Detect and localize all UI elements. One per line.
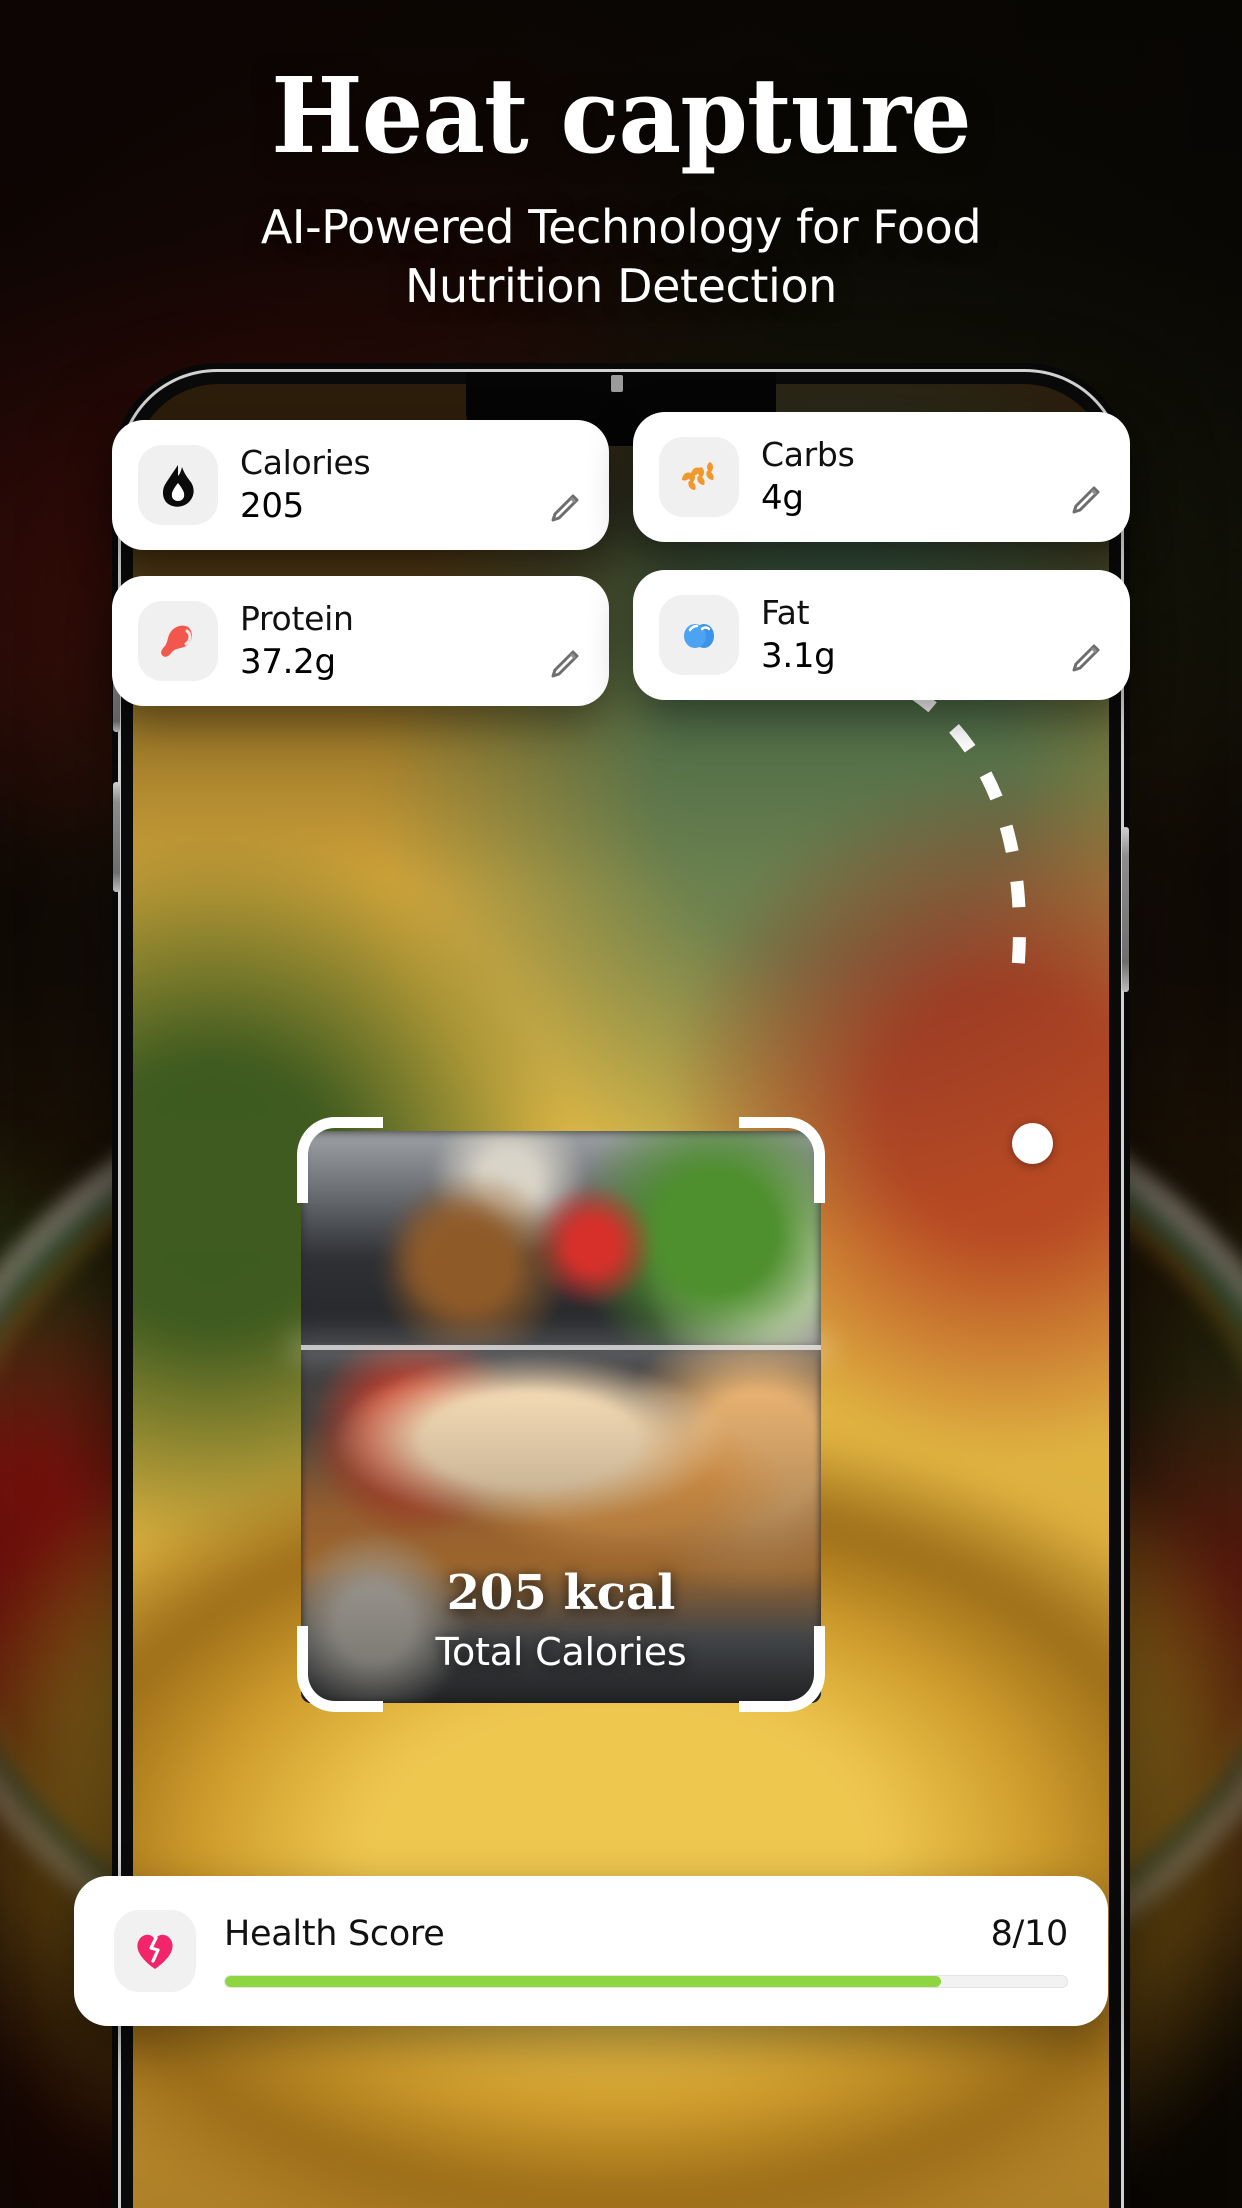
flame-icon — [138, 445, 218, 525]
health-score-progress-track[interactable] — [224, 1975, 1068, 1988]
nutrition-card-protein[interactable]: Protein 37.2g — [112, 576, 609, 706]
health-score-progress-fill — [225, 1976, 941, 1987]
drumstick-icon — [138, 601, 218, 681]
pencil-icon[interactable] — [547, 492, 581, 526]
promo-header: Heat capture AI-Powered Technology for F… — [0, 0, 1242, 315]
nutrition-value: 4g — [761, 477, 804, 518]
nutrition-card-row: Calories 205 Carbs 4g — [112, 412, 1130, 550]
scan-frame: 205 kcal Total Calories — [297, 1117, 825, 1712]
total-calories-label: Total Calories — [435, 1630, 687, 1674]
promo-screen: Heat capture AI-Powered Technology for F… — [0, 0, 1242, 2208]
nutrition-value: 3.1g — [761, 635, 836, 676]
nutrition-value: 37.2g — [240, 641, 336, 682]
wheat-icon — [659, 437, 739, 517]
nutrition-card-text: Fat 3.1g — [761, 592, 1104, 676]
pencil-icon[interactable] — [1068, 642, 1102, 676]
nutrition-card-row: Protein 37.2g Fat 3.1g — [112, 570, 1130, 706]
page-subtitle: AI-Powered Technology for Food Nutrition… — [260, 200, 982, 313]
health-score-title: Health Score — [224, 1914, 445, 1954]
nutrition-label: Fat — [761, 592, 810, 632]
total-calories-overlay: 205 kcal Total Calories — [297, 1565, 825, 1674]
nutrition-card-text: Carbs 4g — [761, 434, 1104, 518]
phone-antenna-nub — [611, 375, 623, 392]
arc-endpoint-dot — [1012, 1123, 1053, 1164]
phone-volume-down-button[interactable] — [113, 782, 120, 892]
scan-sweep-line — [301, 1345, 821, 1350]
health-score-value: 8/10 — [990, 1914, 1069, 1954]
oil-drops-icon — [659, 595, 739, 675]
nutrition-label: Calories — [240, 442, 371, 482]
nutrition-card-carbs[interactable]: Carbs 4g — [633, 412, 1130, 542]
health-score-inner: Health Score 8/10 — [114, 1876, 1068, 2026]
nutrition-card-text: Protein 37.2g — [240, 598, 583, 682]
scan-corner-top-right — [739, 1117, 825, 1203]
phone-power-button[interactable] — [1122, 827, 1129, 992]
nutrition-card-fat[interactable]: Fat 3.1g — [633, 570, 1130, 700]
health-score-header: Health Score 8/10 — [224, 1914, 1068, 1954]
nutrition-card-text: Calories 205 — [240, 442, 583, 526]
scan-corner-top-left — [297, 1117, 383, 1203]
nutrition-label: Protein — [240, 598, 354, 638]
health-score-card[interactable]: Health Score 8/10 — [74, 1876, 1108, 2026]
nutrition-value: 205 — [240, 485, 304, 526]
pencil-icon[interactable] — [1068, 484, 1102, 518]
nutrition-label: Carbs — [761, 434, 855, 474]
pencil-icon[interactable] — [547, 648, 581, 682]
broken-heart-icon — [114, 1910, 196, 1992]
total-calories-value: 205 kcal — [446, 1565, 676, 1621]
nutrition-cards: Calories 205 Carbs 4g Protein 37.2g Fat … — [112, 412, 1130, 706]
nutrition-card-calories[interactable]: Calories 205 — [112, 420, 609, 550]
health-score-body: Health Score 8/10 — [224, 1914, 1068, 1988]
page-title: Heat capture — [271, 54, 971, 177]
